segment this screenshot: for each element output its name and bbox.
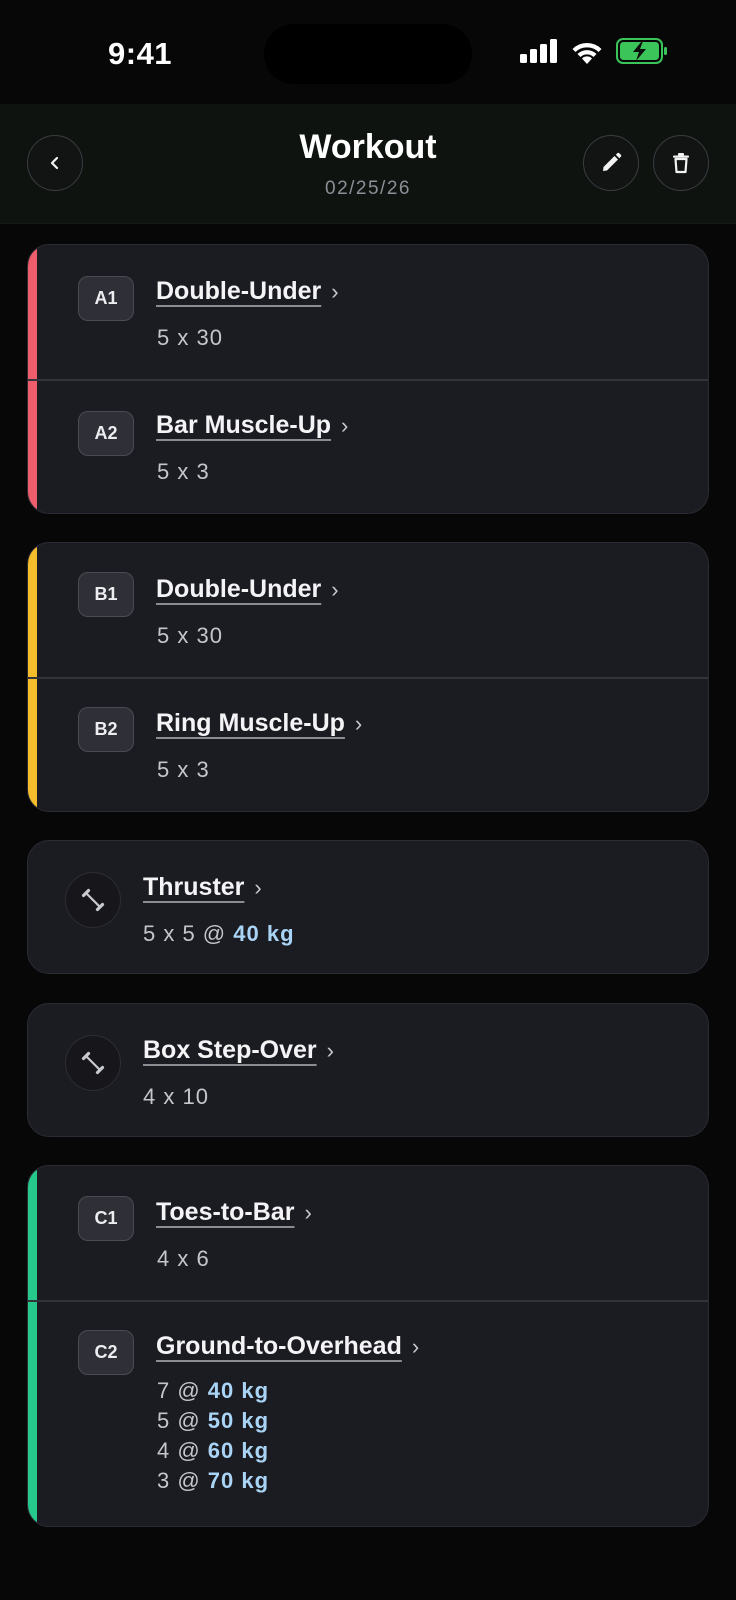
exercise-card-box-step-over[interactable]: Box Step-Over › 4 x 10 bbox=[27, 1003, 709, 1137]
status-time: 9:41 bbox=[108, 36, 173, 71]
status-icons bbox=[520, 38, 668, 64]
exercise-detail: 5 x 3 bbox=[157, 757, 210, 782]
set-reps: 7 @ bbox=[157, 1378, 208, 1403]
superset-card-a: A1 Double-Under › 5 x 30 A2 Bar Muscle-Up… bbox=[27, 244, 709, 514]
exercise-badge: A1 bbox=[78, 276, 134, 321]
exercise-name: Thruster bbox=[143, 873, 245, 901]
chevron-right-icon: › bbox=[341, 413, 349, 438]
chevron-right-icon: › bbox=[254, 875, 262, 900]
exercise-detail: 5 x 5 @ 40 kg bbox=[143, 919, 295, 949]
status-bar: 9:41 bbox=[0, 0, 736, 104]
exercise-row[interactable]: A1 Double-Under › 5 x 30 bbox=[28, 245, 708, 379]
chevron-right-icon: › bbox=[331, 577, 339, 602]
exercise-name-link[interactable]: Double-Under › bbox=[156, 277, 339, 306]
exercise-name-link[interactable]: Bar Muscle-Up › bbox=[156, 411, 348, 440]
exercise-row[interactable]: A2 Bar Muscle-Up › 5 x 3 bbox=[28, 381, 708, 513]
exercise-name: Box Step-Over bbox=[143, 1036, 317, 1064]
chevron-right-icon: › bbox=[411, 1334, 420, 1359]
edit-button[interactable] bbox=[583, 135, 639, 191]
dumbbell-icon bbox=[81, 888, 105, 912]
weight-value: 40 kg bbox=[207, 1378, 270, 1403]
exercise-badge: A2 bbox=[78, 411, 134, 456]
set-line: 3 @ 70 kg bbox=[157, 1466, 269, 1496]
chevron-right-icon: › bbox=[326, 1038, 334, 1063]
exercise-row[interactable]: B1 Double-Under › 5 x 30 bbox=[28, 543, 708, 677]
wifi-icon bbox=[572, 42, 602, 64]
exercise-row[interactable]: C1 Toes-to-Bar › 4 x 6 bbox=[28, 1166, 708, 1300]
set-reps: 4 @ bbox=[157, 1438, 208, 1463]
set-line: 4 @ 60 kg bbox=[157, 1436, 269, 1466]
top-navigation-bar: Workout 02/25/26 bbox=[0, 104, 736, 224]
exercise-badge: C2 bbox=[78, 1330, 134, 1375]
exercise-badge: B2 bbox=[78, 707, 134, 752]
dumbbell-icon bbox=[81, 1051, 105, 1075]
superset-card-b: B1 Double-Under › 5 x 30 B2 Ring Muscle-U… bbox=[27, 542, 709, 812]
trash-icon bbox=[673, 153, 689, 174]
exercise-name: Double-Under bbox=[156, 575, 322, 603]
exercise-detail: 4 x 10 bbox=[143, 1084, 209, 1109]
signal-icon bbox=[520, 39, 557, 63]
exercise-detail: 5 x 30 bbox=[157, 623, 223, 648]
exercise-name-link[interactable]: Box Step-Over › bbox=[143, 1036, 334, 1065]
pencil-icon bbox=[603, 152, 622, 171]
exercise-name: Ring Muscle-Up bbox=[156, 709, 345, 737]
superset-card-c: C1 Toes-to-Bar › 4 x 6 C2 Ground-to-Overh… bbox=[27, 1165, 709, 1527]
set-reps: 5 @ bbox=[157, 1408, 208, 1433]
exercise-name: Toes-to-Bar bbox=[156, 1198, 295, 1226]
exercise-icon bbox=[65, 872, 121, 928]
set-line: 5 @ 50 kg bbox=[157, 1406, 269, 1436]
set-reps: 3 @ bbox=[157, 1468, 208, 1493]
chevron-right-icon: › bbox=[331, 279, 339, 304]
set-scheme: 5 x 5 @ bbox=[143, 921, 234, 946]
weight-value: 60 kg bbox=[207, 1438, 270, 1463]
set-line: 7 @ 40 kg bbox=[157, 1376, 269, 1406]
exercise-name: Ground-to-Overhead bbox=[156, 1332, 402, 1360]
weight-value: 70 kg bbox=[207, 1468, 270, 1493]
weight-value: 50 kg bbox=[207, 1408, 270, 1433]
exercise-name-link[interactable]: Double-Under › bbox=[156, 575, 339, 604]
exercise-name: Bar Muscle-Up bbox=[156, 411, 332, 439]
exercise-name: Double-Under bbox=[156, 277, 322, 305]
exercise-name-link[interactable]: Ring Muscle-Up › bbox=[156, 709, 362, 738]
chevron-right-icon: › bbox=[304, 1200, 312, 1225]
exercise-badge: C1 bbox=[78, 1196, 134, 1241]
delete-button[interactable] bbox=[653, 135, 709, 191]
exercise-detail: 4 x 6 bbox=[157, 1246, 210, 1271]
exercise-row[interactable]: B2 Ring Muscle-Up › 5 x 3 bbox=[28, 679, 708, 811]
weight-value: 40 kg bbox=[233, 921, 295, 946]
battery-charging-icon bbox=[616, 38, 667, 64]
exercise-icon bbox=[65, 1035, 121, 1091]
exercise-badge: B1 bbox=[78, 572, 134, 617]
exercise-row[interactable]: C2 Ground-to-Overhead › 7 @ 40 kg 5 @ 50 … bbox=[28, 1302, 708, 1526]
exercise-detail: 5 x 3 bbox=[157, 459, 210, 484]
exercise-name-link[interactable]: Ground-to-Overhead › bbox=[156, 1332, 419, 1361]
exercise-detail: 5 x 30 bbox=[157, 325, 223, 350]
exercise-name-link[interactable]: Toes-to-Bar › bbox=[156, 1198, 312, 1227]
exercise-card-thruster[interactable]: Thruster › 5 x 5 @ 40 kg bbox=[27, 840, 709, 974]
dynamic-island bbox=[264, 24, 472, 84]
chevron-right-icon: › bbox=[354, 711, 363, 736]
exercise-name-link[interactable]: Thruster › bbox=[143, 873, 262, 902]
